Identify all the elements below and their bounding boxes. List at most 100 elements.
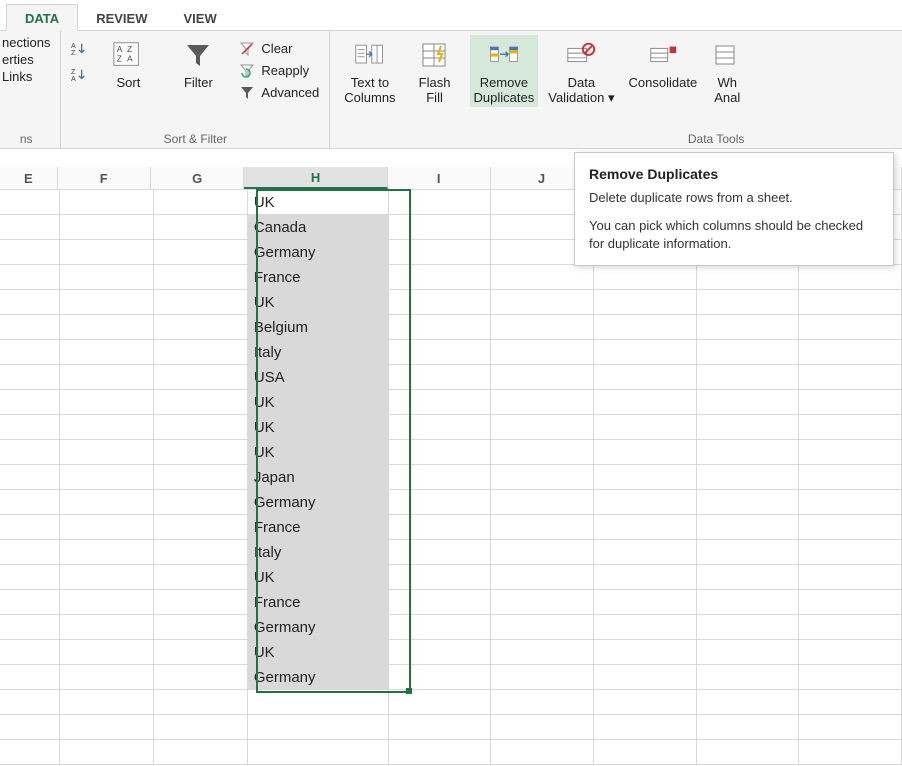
cell-G[interactable] xyxy=(154,490,248,515)
cell-F[interactable] xyxy=(60,740,154,765)
col-H[interactable]: H xyxy=(244,167,387,189)
cell-E[interactable] xyxy=(0,565,60,590)
cell-I[interactable] xyxy=(389,690,492,715)
cell-H[interactable]: Germany xyxy=(248,240,389,265)
cell-J[interactable] xyxy=(491,490,594,515)
cell-G[interactable] xyxy=(154,265,248,290)
cell-K[interactable] xyxy=(594,715,697,740)
cell-K[interactable] xyxy=(594,515,697,540)
cell-I[interactable] xyxy=(389,240,492,265)
cell-L[interactable] xyxy=(697,440,800,465)
cell-H[interactable]: Japan xyxy=(248,465,389,490)
cell-J[interactable] xyxy=(491,440,594,465)
cell-E[interactable] xyxy=(0,340,60,365)
cell-G[interactable] xyxy=(154,315,248,340)
cell-J[interactable] xyxy=(491,640,594,665)
cell-H[interactable]: France xyxy=(248,590,389,615)
cell-I[interactable] xyxy=(389,740,492,765)
cell-J[interactable] xyxy=(491,590,594,615)
cell-J[interactable] xyxy=(491,365,594,390)
cell-H[interactable] xyxy=(248,690,389,715)
cell-E[interactable] xyxy=(0,190,60,215)
cell-M[interactable] xyxy=(799,265,902,290)
col-F[interactable]: F xyxy=(58,167,151,189)
cell-G[interactable] xyxy=(154,340,248,365)
cell-G[interactable] xyxy=(154,540,248,565)
cell-M[interactable] xyxy=(799,540,902,565)
sort-asc-icon[interactable]: AZ xyxy=(71,41,87,57)
cell-I[interactable] xyxy=(389,590,492,615)
cell-G[interactable] xyxy=(154,665,248,690)
cell-K[interactable] xyxy=(594,415,697,440)
cell-G[interactable] xyxy=(154,215,248,240)
sort-button[interactable]: AZZA Sort xyxy=(99,35,157,92)
cell-K[interactable] xyxy=(594,565,697,590)
cell-I[interactable] xyxy=(389,640,492,665)
cell-L[interactable] xyxy=(697,515,800,540)
cell-F[interactable] xyxy=(60,190,154,215)
cell-J[interactable] xyxy=(491,615,594,640)
cell-M[interactable] xyxy=(799,690,902,715)
cell-K[interactable] xyxy=(594,365,697,390)
cell-G[interactable] xyxy=(154,190,248,215)
cell-L[interactable] xyxy=(697,365,800,390)
cell-F[interactable] xyxy=(60,565,154,590)
cell-I[interactable] xyxy=(389,190,492,215)
cell-K[interactable] xyxy=(594,390,697,415)
cell-G[interactable] xyxy=(154,390,248,415)
cell-I[interactable] xyxy=(389,565,492,590)
cell-E[interactable] xyxy=(0,215,60,240)
cell-G[interactable] xyxy=(154,465,248,490)
what-if-button[interactable]: WhAnal xyxy=(707,35,747,107)
cell-G[interactable] xyxy=(154,290,248,315)
cell-K[interactable] xyxy=(594,265,697,290)
cell-F[interactable] xyxy=(60,315,154,340)
cell-G[interactable] xyxy=(154,715,248,740)
cell-G[interactable] xyxy=(154,565,248,590)
cell-I[interactable] xyxy=(389,365,492,390)
cell-E[interactable] xyxy=(0,490,60,515)
cell-H[interactable] xyxy=(248,715,389,740)
cell-L[interactable] xyxy=(697,465,800,490)
cell-J[interactable] xyxy=(491,390,594,415)
clear-button[interactable]: Clear xyxy=(239,39,319,59)
cell-M[interactable] xyxy=(799,415,902,440)
cell-G[interactable] xyxy=(154,590,248,615)
text-to-columns-button[interactable]: Text toColumns xyxy=(340,35,399,107)
cell-L[interactable] xyxy=(697,590,800,615)
cell-F[interactable] xyxy=(60,590,154,615)
cell-I[interactable] xyxy=(389,315,492,340)
cell-H[interactable]: Germany xyxy=(248,490,389,515)
cell-I[interactable] xyxy=(389,415,492,440)
cell-H[interactable]: UK xyxy=(248,390,389,415)
cell-J[interactable] xyxy=(491,415,594,440)
cell-F[interactable] xyxy=(60,715,154,740)
cell-F[interactable] xyxy=(60,640,154,665)
cell-G[interactable] xyxy=(154,640,248,665)
cell-L[interactable] xyxy=(697,390,800,415)
cell-L[interactable] xyxy=(697,740,800,765)
cell-F[interactable] xyxy=(60,540,154,565)
cell-E[interactable] xyxy=(0,440,60,465)
cell-L[interactable] xyxy=(697,690,800,715)
cell-L[interactable] xyxy=(697,415,800,440)
cell-L[interactable] xyxy=(697,340,800,365)
cell-F[interactable] xyxy=(60,365,154,390)
cell-M[interactable] xyxy=(799,465,902,490)
cell-M[interactable] xyxy=(799,515,902,540)
cell-K[interactable] xyxy=(594,540,697,565)
cell-G[interactable] xyxy=(154,690,248,715)
cell-M[interactable] xyxy=(799,315,902,340)
cell-H[interactable]: UK xyxy=(248,190,389,215)
cell-H[interactable]: Italy xyxy=(248,540,389,565)
cell-F[interactable] xyxy=(60,615,154,640)
cell-H[interactable]: UK xyxy=(248,565,389,590)
cell-J[interactable] xyxy=(491,315,594,340)
cell-M[interactable] xyxy=(799,715,902,740)
cell-L[interactable] xyxy=(697,265,800,290)
advanced-button[interactable]: Advanced xyxy=(239,83,319,103)
cell-I[interactable] xyxy=(389,540,492,565)
cell-J[interactable] xyxy=(491,740,594,765)
cell-F[interactable] xyxy=(60,415,154,440)
cell-E[interactable] xyxy=(0,415,60,440)
